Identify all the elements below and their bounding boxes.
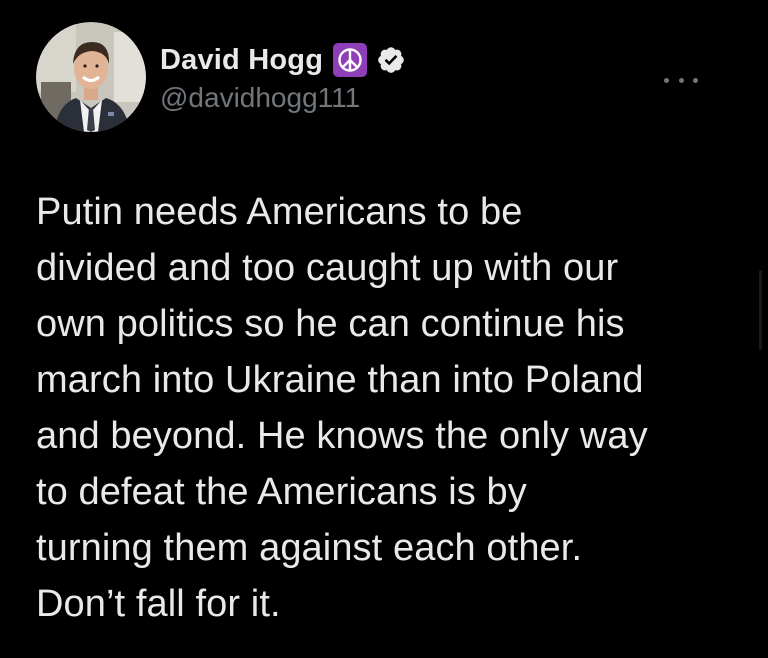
more-dot [664,77,669,83]
avatar-photo [36,22,146,132]
tweet-text: Putin needs Americans to be divided and … [36,191,648,625]
name-row[interactable]: David Hogg [160,40,407,80]
author-display-name[interactable]: David Hogg [160,44,323,77]
avatar[interactable] [36,22,146,132]
more-horizontal-icon[interactable] [664,70,698,90]
scrollbar[interactable] [759,270,762,350]
more-dot [693,77,698,83]
more-dot [678,77,684,83]
peace-symbol-icon [333,43,368,77]
author-handle[interactable]: @davidhogg111 [160,82,407,114]
tweet-card: David Hogg @davidhogg111 Putin needs Ame… [0,0,768,658]
tweet-header: David Hogg @davidhogg111 [36,22,736,132]
verified-check-icon [375,44,407,76]
author-identity: David Hogg @davidhogg111 [160,40,407,114]
